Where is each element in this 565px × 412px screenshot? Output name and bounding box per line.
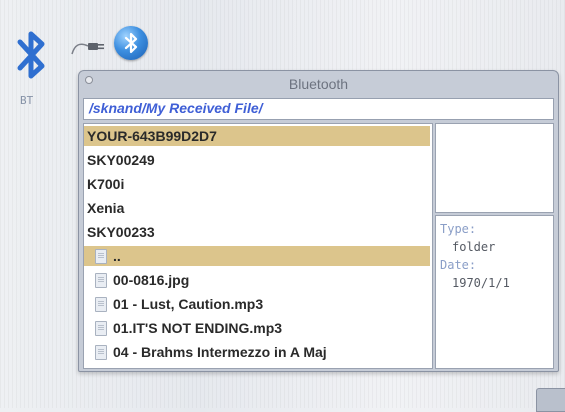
file-item[interactable]: 04 - Brahms Intermezzo in A Maj: [84, 342, 430, 362]
plug-icon[interactable]: [70, 36, 114, 58]
date-label: Date:: [440, 258, 477, 272]
device-item[interactable]: Xenia: [84, 198, 430, 218]
device-item[interactable]: YOUR-643B99D2D7: [84, 126, 430, 146]
title-bar: Bluetooth: [79, 71, 558, 97]
list-item-label: ..: [113, 248, 121, 264]
file-item[interactable]: 01 - Lust, Caution.mp3: [84, 294, 430, 314]
info-pane: Type: folder Date: 1970/1/1: [435, 215, 554, 369]
list-item-label: Xenia: [87, 200, 125, 216]
file-icon: [95, 297, 107, 312]
bluetooth-window: Bluetooth /sknand/My Received File/ YOUR…: [78, 70, 559, 372]
type-label: Type:: [440, 222, 477, 236]
device-item[interactable]: SKY00233: [84, 222, 430, 242]
list-item-label: 04 - Brahms Intermezzo in A Maj: [113, 344, 327, 360]
list-item-label: 00-0816.jpg: [113, 272, 190, 288]
file-icon: [95, 345, 107, 360]
file-icon: [95, 321, 107, 336]
list-item-label: 01 - Lust, Caution.mp3: [113, 296, 264, 312]
date-value: 1970/1/1: [452, 276, 510, 290]
bluetooth-icon[interactable]: [12, 28, 52, 82]
file-item[interactable]: 00-0816.jpg: [84, 270, 430, 290]
path-bar[interactable]: /sknand/My Received File/: [83, 98, 554, 120]
parent-folder-item[interactable]: ..: [84, 246, 430, 266]
preview-pane: [435, 123, 554, 213]
list-item-label: YOUR-643B99D2D7: [87, 128, 217, 144]
bluetooth-round-icon[interactable]: [114, 26, 148, 60]
window-title: Bluetooth: [288, 76, 349, 92]
file-icon: [95, 249, 107, 264]
bt-desktop-label: BT: [20, 94, 34, 107]
device-item[interactable]: K700i: [84, 174, 430, 194]
type-value: folder: [452, 240, 496, 254]
corner-panel-tab[interactable]: [536, 388, 565, 412]
path-text: /sknand/My Received File/: [89, 100, 263, 116]
device-item[interactable]: SKY00249: [84, 150, 430, 170]
list-item-label: K700i: [87, 176, 125, 192]
list-item-label: SKY00249: [87, 152, 155, 168]
file-icon: [95, 273, 107, 288]
file-list[interactable]: YOUR-643B99D2D7 SKY00249 K700i Xenia SKY…: [83, 123, 433, 369]
list-item-label: SKY00233: [87, 224, 155, 240]
list-item-label: 01.IT'S NOT ENDING.mp3: [113, 320, 283, 336]
file-item[interactable]: 01.IT'S NOT ENDING.mp3: [84, 318, 430, 338]
